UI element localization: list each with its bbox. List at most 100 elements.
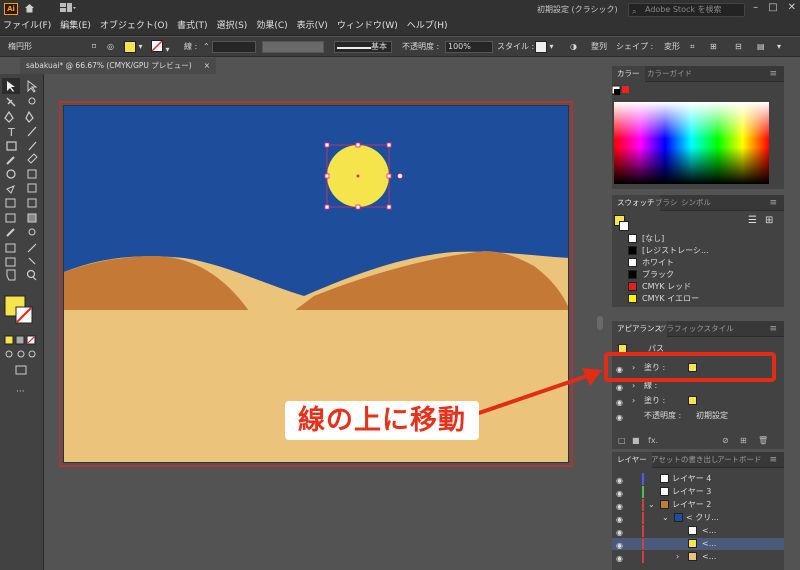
workspace-name[interactable]: 初期設定 (クラシック) [537,4,618,15]
tab-graphic-styles[interactable]: グラフィックスタイル [654,321,739,337]
menu-window[interactable]: ウィンドウ(W) [337,18,398,32]
eye-icon: ◉ [616,476,623,485]
current-stroke-swatch[interactable] [619,221,629,231]
stroke-label: 線 : [184,42,198,51]
tab-symbols[interactable]: シンボル [676,195,716,211]
annotation-callout: 線の上に移動 [285,401,479,440]
fx-icon: fx. [648,436,659,445]
workspace-switcher-icon[interactable] [60,3,80,13]
menu-view[interactable]: 表示(V) [297,18,328,32]
isolate-icon[interactable]: ⌑ [92,40,96,54]
new-fill-icon: ■ [632,436,640,445]
swatch-item-registration[interactable]: [レジストレーシ... [612,245,784,257]
color-spectrum[interactable] [612,82,784,189]
align-label[interactable]: 整列 [591,40,607,54]
stroke-swatch[interactable]: ▾ [151,40,170,54]
appearance-opacity-row[interactable]: ◉ 不透明度 : 初期設定 [612,410,784,422]
annotation-arrow [475,368,602,416]
panel-menu-icon[interactable]: ▤ [757,40,765,54]
svg-text:T: T [7,126,15,139]
color-panel-menu-icon[interactable]: ≡ [764,66,782,82]
minimize-icon[interactable]: – [753,2,758,13]
layer-item[interactable]: ◉ レイヤー 3 [612,486,784,498]
appearance-panel: アピアランス グラフィックスタイル ≡ パス ◉ › 塗り : ◉ › 線 : ◉ › 塗り… [612,321,784,449]
globe-icon[interactable]: ◑ [570,40,577,54]
annotation-text: 線の上に移動 [298,405,466,436]
tab-color[interactable]: カラー [612,66,645,82]
close-icon[interactable]: ✕ [788,2,796,13]
fill-swatch[interactable]: ▾ [124,40,143,54]
swatch-item-white[interactable]: ホワイト [612,257,784,269]
opacity-input[interactable]: 100% [445,40,493,54]
eye-icon: ◉ [616,502,623,511]
stroke-profile-select[interactable]: 基本 [334,40,392,54]
tab-color-guide[interactable]: カラーガイド [642,66,697,82]
transform-label[interactable]: 変形 [664,40,680,54]
highlight-box [604,352,776,382]
document-title: sabakuai* @ 66.67% (CMYK/GPU プレビュー) [26,61,192,70]
eye-icon: ◉ [616,554,623,563]
eye-icon: ◉ [616,541,623,550]
menu-type[interactable]: 書式(T) [177,18,208,32]
eye-icon: ◉ [616,413,623,422]
home-icon[interactable] [24,3,35,13]
recolor-icon[interactable]: ◎ [107,40,114,54]
swatch-item-none[interactable]: [なし] [612,233,784,245]
swatches-panel-menu-icon[interactable]: ≡ [764,195,782,211]
layer-item[interactable]: ◉ レイヤー 4 [612,473,784,485]
swatch-item-black[interactable]: ブラック [612,269,784,281]
eye-icon: ◉ [616,489,623,498]
menu-file[interactable]: ファイル(F) [3,18,51,32]
color-panel: カラー カラーガイド ≡ [612,66,784,189]
layer-item[interactable]: ◉ <... [612,525,784,537]
control-bar: 楕円形 ⌑ ◎ ▾ ▾ 線 : ⌃ 基本 不透明度 : 100% スタイル : … [0,37,800,57]
transform-icon[interactable]: ⌗ [690,40,695,54]
search-icon: ⌕ [632,7,637,16]
layer-item[interactable]: ◉ › <... [612,551,784,563]
menu-select[interactable]: 選択(S) [217,18,248,32]
appearance-panel-menu-icon[interactable]: ≡ [764,321,782,337]
style-swatch[interactable]: ▾ [535,40,554,54]
variable-width-field[interactable] [262,40,324,54]
swatch-item-cmyk-yellow[interactable]: CMYK イエロー [612,293,784,305]
menu-edit[interactable]: 編集(E) [60,18,91,32]
stock-search-input[interactable]: ⌕ Adobe Stock を検索 [628,3,745,17]
grid-view-icon[interactable]: ⊞ [765,215,773,226]
menu-effect[interactable]: 効果(C) [256,18,287,32]
tool-icons: T ··· [2,78,38,397]
trash-icon: 🗑 [758,436,769,445]
eye-icon: ◉ [616,515,623,524]
menu-bar: Ai 初期設定 (クラシック) ⌕ Adobe Stock を検索 – □ ✕ … [0,0,800,36]
selection-type-label: 楕円形 [8,42,32,51]
stroke-weight-stepper[interactable]: ⌃ [203,40,257,54]
appearance-fill-row[interactable]: ◉ › 塗り : [612,395,784,407]
menu-help[interactable]: ヘルプ(H) [407,18,448,32]
tab-artboards[interactable]: アートボード [712,452,767,468]
svg-text:···: ··· [16,387,25,397]
close-tab-icon[interactable]: × [204,58,210,74]
layers-panel-menu-icon[interactable]: ≡ [764,452,782,468]
app-logo-icon: Ai [4,3,18,15]
list-view-icon[interactable]: ☰ [748,215,757,226]
swatch-item-cmyk-red[interactable]: CMYK レッド [612,281,784,293]
options-icon[interactable]: ▾ [777,40,781,54]
main-menu: ファイル(F) 編集(E) オブジェクト(O) 書式(T) 選択(S) 効果(C… [3,18,448,32]
more-icon[interactable]: ⊟ [735,40,742,54]
layer-item-selected[interactable]: ◉ <... [612,538,784,550]
clear-icon: ⊘ [722,436,729,445]
menu-object[interactable]: オブジェクト(O) [100,18,168,32]
eye-icon: ◉ [616,383,623,392]
style-label: スタイル : [497,42,535,51]
appearance-toolbar[interactable]: □ ■ fx. ⊘ ⊞ 🗑 [612,435,784,447]
document-tab[interactable]: sabakuai* @ 66.67% (CMYK/GPU プレビュー) × [20,58,216,74]
arrange-icon[interactable]: ⊞ [710,40,717,54]
layer-item[interactable]: ◉ ⌄ レイヤー 2 [612,499,784,511]
shape-label[interactable]: シェイプ : [616,40,653,54]
canvas-scrollbar[interactable] [597,316,603,330]
duplicate-icon: ⊞ [740,436,747,445]
layer-item[interactable]: ◉ ⌄ < クリ... [612,512,784,524]
tools-panel: T ··· [0,74,44,570]
maximize-icon[interactable]: □ [768,2,777,13]
opacity-label: 不透明度 : [402,42,440,51]
swatches-panel: スウォッチ ブラシ シンボル ≡ ☰ ⊞ [なし] [レジストレーシ... ホワ… [612,195,784,307]
